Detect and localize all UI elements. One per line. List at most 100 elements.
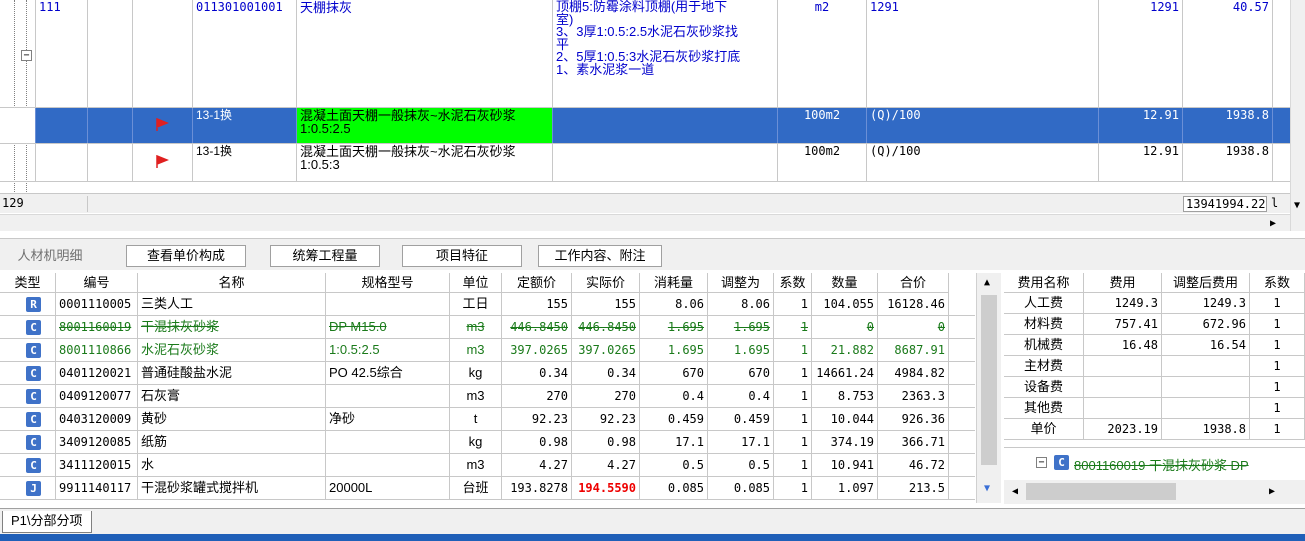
row-unit: 100m2 (778, 108, 867, 143)
resource-spec (326, 385, 450, 408)
scroll-down-icon[interactable]: ▼ (1294, 200, 1300, 211)
fee-row[interactable]: 设备费 1 (1004, 377, 1305, 398)
tab-overall-quantity[interactable]: 统筹工程量 (270, 245, 380, 267)
col-header-consumption[interactable]: 消耗量 (640, 273, 708, 293)
resource-type-icon: R (26, 297, 41, 312)
col-header-actual-price[interactable]: 实际价 (572, 273, 640, 293)
scroll-up-icon[interactable]: ▲ (984, 277, 990, 288)
resource-consume: 17.1 (640, 431, 708, 454)
resource-name: 石灰膏 (138, 385, 326, 408)
resource-unit: m3 (450, 454, 502, 477)
resource-unit: 工日 (450, 293, 502, 316)
fee-col-adjusted[interactable]: 调整后费用 (1162, 273, 1250, 293)
bill-items-grid: − 111 011301001001 天棚抹灰 顶棚5:防霉涂料顶棚(用于地下 … (0, 0, 1290, 192)
top-horizontal-scrollbar[interactable]: ▶ (0, 214, 1290, 231)
detail-vertical-scrollbar[interactable]: ▲ ▼ (976, 273, 1001, 503)
resource-adjust: 0.4 (708, 385, 774, 408)
row-code: 011301001001 (193, 0, 297, 107)
resource-row[interactable]: C 8001160019 干混抹灰砂浆 DP M15.0 m3 446.8450 446.8… (0, 316, 975, 339)
resource-row[interactable]: J 9911140117 干混砂浆罐式搅拌机 20000L 台班 193.8278 194.… (0, 477, 975, 500)
scroll-left-icon[interactable]: ◀ (1012, 486, 1018, 497)
scroll-right-icon[interactable]: ▶ (1270, 218, 1276, 229)
resource-coef: 1 (774, 362, 812, 385)
resource-row[interactable]: C 3411120015 水 m3 4.27 4.27 0.5 0.5 1 10.941 46.72 (0, 454, 975, 477)
quota-row[interactable]: 13-1换 混凝土面天棚一般抹灰~水泥石灰砂浆 1:0.5:3 100m2 (Q… (0, 144, 1290, 182)
resource-type-cell: C (0, 385, 56, 408)
fee-tree-hscroll[interactable]: ◀ ▶ (1004, 480, 1305, 504)
collapse-toggle-icon[interactable]: − (1036, 457, 1047, 468)
resource-base: 92.23 (502, 408, 572, 431)
scroll-track[interactable] (1292, 0, 1304, 150)
fee-adj (1162, 377, 1250, 398)
fee-col-name[interactable]: 费用名称 (1004, 273, 1084, 293)
col-header-base-price[interactable]: 定额价 (502, 273, 572, 293)
resource-adjust: 0.085 (708, 477, 774, 500)
quota-row-selected[interactable]: 13-1换 混凝土面天棚一般抹灰~水泥石灰砂浆 1:0.5:2.5 100m2 … (0, 108, 1290, 144)
resource-type-cell: C (0, 339, 56, 362)
resource-row[interactable]: C 3409120085 纸筋 kg 0.98 0.98 17.1 17.1 1 374.19 36… (0, 431, 975, 454)
fee-fee: 16.48 (1084, 335, 1162, 356)
resource-base: 4.27 (502, 454, 572, 477)
fee-coef: 1 (1250, 398, 1305, 419)
resource-actual: 397.0265 (572, 339, 640, 362)
collapse-toggle-icon[interactable]: − (21, 50, 32, 61)
col-header-qty[interactable]: 数量 (812, 273, 878, 293)
scroll-down-icon[interactable]: ▼ (984, 483, 990, 494)
resource-coef: 1 (774, 431, 812, 454)
col-header-coef[interactable]: 系数 (774, 273, 812, 293)
tree-item-label[interactable]: 8001160019 干混抹灰砂浆 DP (1074, 455, 1249, 474)
fee-row[interactable]: 单价 2023.19 1938.8 1 (1004, 419, 1305, 440)
related-material-tree: − C 8001160019 干混抹灰砂浆 DP ◀ ▶ (1004, 447, 1305, 504)
resource-name: 黄砂 (138, 408, 326, 431)
resource-spec (326, 293, 450, 316)
material-type-icon: C (1054, 455, 1069, 470)
fee-row[interactable]: 主材费 1 (1004, 356, 1305, 377)
row-qty-expr: (Q)/100 (867, 144, 1099, 181)
summary-count: 129 (0, 196, 88, 212)
bill-item-row[interactable]: − 111 011301001001 天棚抹灰 顶棚5:防霉涂料顶棚(用于地下 … (0, 0, 1290, 108)
resource-total: 926.36 (878, 408, 949, 431)
fee-col-coef[interactable]: 系数 (1250, 273, 1305, 293)
resource-row[interactable]: C 0409120077 石灰膏 m3 270 270 0.4 0.4 1 8.753 2363.3 (0, 385, 975, 408)
tab-resource-detail[interactable]: 人材机明细 (4, 245, 96, 267)
scroll-right-icon[interactable]: ▶ (1269, 486, 1275, 497)
resource-type-icon: C (26, 435, 41, 450)
resource-name: 纸筋 (138, 431, 326, 454)
col-header-code[interactable]: 编号 (56, 273, 138, 293)
tab-work-content[interactable]: 工作内容、附注 (538, 245, 662, 267)
fee-row[interactable]: 材料费 757.41 672.96 1 (1004, 314, 1305, 335)
fee-col-fee[interactable]: 费用 (1084, 273, 1162, 293)
resource-row[interactable]: R 0001110005 三类人工 工日 155 155 8.06 8.06 1 104.055 1… (0, 293, 975, 316)
resource-qty: 14661.24 (812, 362, 878, 385)
resource-coef: 1 (774, 477, 812, 500)
col-header-spec[interactable]: 规格型号 (326, 273, 450, 293)
row-seq (36, 108, 88, 143)
resource-unit: kg (450, 362, 502, 385)
fee-row[interactable]: 其他费 1 (1004, 398, 1305, 419)
resource-row[interactable]: C 0403120009 黄砂 净砂 t 92.23 92.23 0.459 0.459 1 10.… (0, 408, 975, 431)
sheet-tab-section[interactable]: P1\分部分项 (2, 511, 92, 533)
resource-row[interactable]: C 0401120021 普通硅酸盐水泥 PO 42.5综合 kg 0.34 0.34 670… (0, 362, 975, 385)
col-header-unit[interactable]: 单位 (450, 273, 502, 293)
scroll-thumb[interactable] (1026, 483, 1176, 500)
resource-adjust: 1.695 (708, 339, 774, 362)
fee-row[interactable]: 人工费 1249.3 1249.3 1 (1004, 293, 1305, 314)
tab-price-composition[interactable]: 查看单价构成 (126, 245, 246, 267)
row-blank (88, 0, 133, 107)
scroll-thumb[interactable] (981, 295, 997, 465)
col-header-name[interactable]: 名称 (138, 273, 326, 293)
row-name[interactable]: 混凝土面天棚一般抹灰~水泥石灰砂浆 1:0.5:2.5 (297, 108, 553, 143)
col-header-adjust[interactable]: 调整为 (708, 273, 774, 293)
resource-spec (326, 431, 450, 454)
resource-type-cell: R (0, 293, 56, 316)
resource-base: 270 (502, 385, 572, 408)
col-header-type[interactable]: 类型 (0, 273, 56, 293)
resource-row[interactable]: C 8001110866 水泥石灰砂浆 1:0.5:2.5 m3 397.0265 397.… (0, 339, 975, 362)
fee-row[interactable]: 机械费 16.48 16.54 1 (1004, 335, 1305, 356)
fee-fee (1084, 377, 1162, 398)
col-header-total[interactable]: 合价 (878, 273, 949, 293)
top-vertical-scrollbar[interactable]: ▼ (1290, 0, 1305, 231)
resource-actual: 270 (572, 385, 640, 408)
tab-item-features[interactable]: 项目特征 (402, 245, 522, 267)
row-code: 13-1换 (193, 144, 297, 181)
